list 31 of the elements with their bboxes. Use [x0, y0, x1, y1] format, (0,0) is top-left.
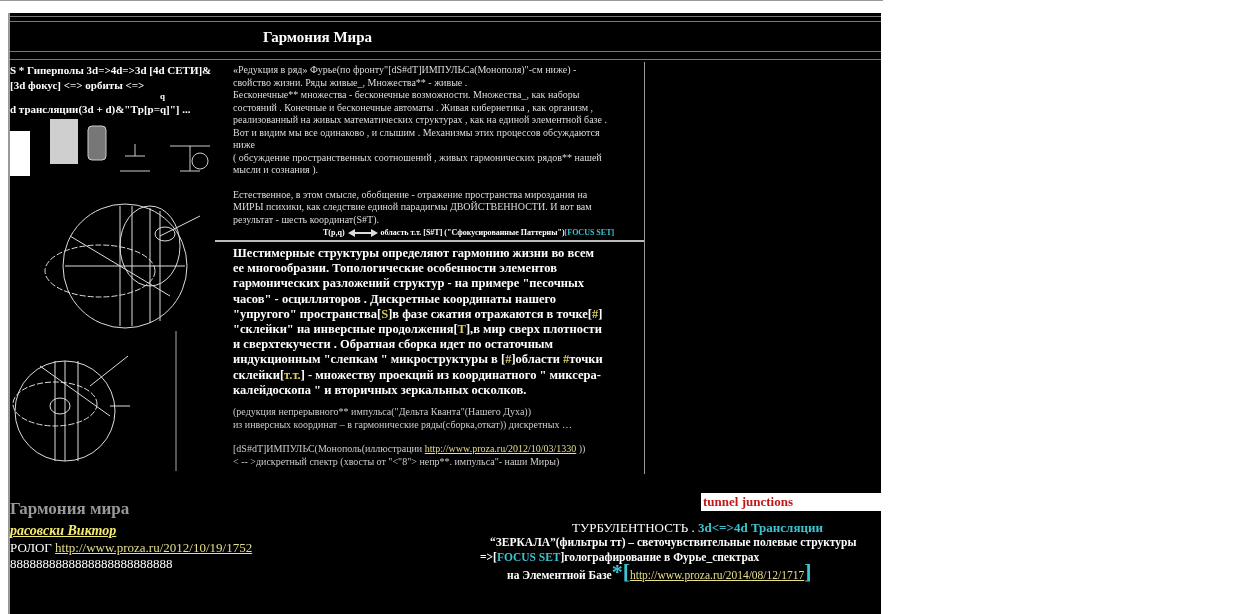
link[interactable]: http://www.proza.ru/2012/10/03/1330 — [424, 443, 577, 455]
note-line: [dS#dT]ИМПУЛЬС(Монополь(иллюстрации http://www.proza.ru/2012/10/03/1330 )) — [233, 443, 587, 456]
note-line: < -- >дискретный спектр (хвосты от "<"8"> непр**. импульса"- наши Миры) — [233, 455, 561, 469]
link[interactable]: http://www.proza.ru/2014/08/12/1717 — [629, 569, 805, 581]
page-title: Гармония Мира — [262, 28, 373, 47]
text-line: на Элементной Базе*[http://www.proza.ru/2014/08/12/1717] — [507, 565, 813, 583]
formula-line: q — [159, 92, 166, 101]
section-heading: Гармония мира — [10, 498, 131, 520]
formula-line: S * Гиперполы 3d=>4d=>3d [4d СЕТИ]& — [10, 63, 213, 77]
author-link[interactable]: расовски Виктор — [10, 522, 117, 540]
intro-paragraph: Естественное, в этом смысле, обобщение - отражение пространства мироздания на МИРЫ психики, как следствие единой парадигмы ДВОЙСТВЕННОСТИ. И вот вам результат - шесть координат(S#T). — [233, 188, 593, 226]
link[interactable]: http://www.proza.ru/2012/10/19/1752 — [55, 540, 253, 555]
focus-caption: область т.т. [S#T] ("Сфокусированные Паттерны")[FOCUS SET] — [380, 228, 615, 237]
formula-line: d трансляции(3d + d)&"Tр[p=q]"] ... — [10, 102, 192, 116]
photo-placeholder — [50, 119, 78, 164]
note-line: (редукция непрерывного** импульса("Дельта Кванта"(Нашего Духа)) — [233, 406, 532, 419]
blank-panel — [10, 131, 30, 176]
intro-paragraph: «Редукция в ряд» Фурье(по фронту"[dS#dT]ИМПУЛЬСа(Монополя)"-см ниже) - свойство жизни. Ряды живые_, Множества** - живые . — [233, 64, 578, 89]
note-line: из инверсных координат – в гармонические ряды(сборка,откат)) дискретных … — [233, 418, 573, 432]
formula-line: [3d фокус] <=> орбиты <=> — [10, 78, 146, 92]
main-paragraph: Шестимерные структуры определяют гармонию жизни во всем ее многообразии. Топологические особенности элементов гармонических разложений структур - на примере "песочных часов" - осцилляторов . Дискретные координаты нашего "упругого" пространства[S]в фазе сжатия отражаются в точке[#] "склейки" на инверсные продолжения[T],в мир сверх плотности и сверхтекучести . Обратная сборка идет по остаточным индукционным "слепкам " микроструктуры в [#]области #точки склейки[т.т.] - множеству проекций из координатного " миксера-калейдоскопа " и вторичных зеркальных осколков. — [233, 246, 604, 399]
text-line: ТУРБУЛЕНТНОСТЬ . 3d<=>4d Трансляции — [571, 520, 824, 535]
tag-label: tunnel junctions — [701, 493, 881, 511]
intro-paragraph: ( обсуждение пространственных соотношений , живых гармонических рядов** нашей мысли и сознания ). — [233, 151, 603, 177]
text-line: =>[FOCUS SET]голографирование в Фурье_спектрах — [480, 550, 761, 564]
intro-paragraph: Бесконечные** множества - бесконечные возможности. Множества_, как наборы состояний . Конечные и бесконечные автоматы . Живая кибернетика , как организм , реализованный на живых математических структурах , как на единой элементной базе . Вот и видим мы все одинаково , и слышим . Механизмы этих процессов обсуждаются ниже — [233, 89, 608, 152]
text-line: “ЗЕРКАЛА”(фильтры тт) – светочувствительные полевые структуры — [489, 535, 858, 550]
separator-text: 8888888888888888888888888 — [10, 556, 174, 572]
double-arrow-icon — [347, 228, 378, 237]
prologue-line: РОЛОГ http://www.proza.ru/2012/10/19/1752 — [10, 540, 254, 556]
coordinate-label: T(p,q) — [323, 228, 345, 237]
